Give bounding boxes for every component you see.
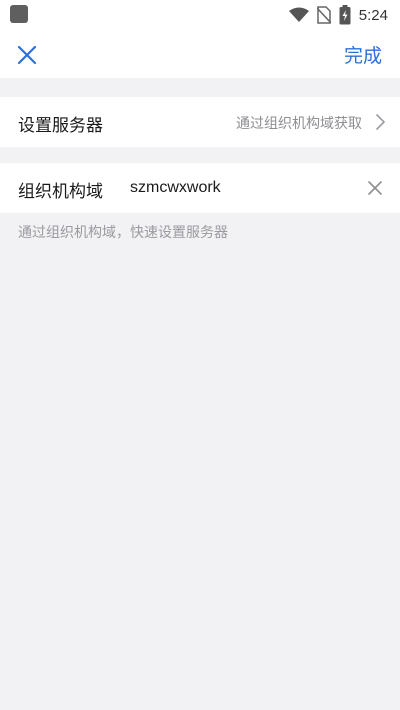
battery-charging-icon: [339, 5, 351, 25]
no-sim-icon: [316, 6, 331, 24]
server-setting-label: 设置服务器: [18, 116, 103, 135]
chevron-right-icon: [376, 114, 385, 130]
hint-text: 通过组织机构域，快速设置服务器: [18, 224, 228, 240]
close-button[interactable]: [10, 38, 44, 72]
app-notification-icon: [10, 5, 28, 23]
clear-button[interactable]: [364, 177, 386, 199]
domain-row: 组织机构域: [0, 163, 400, 213]
done-button[interactable]: 完成: [344, 41, 382, 68]
server-setting-value: 通过组织机构域获取: [236, 115, 362, 131]
domain-input[interactable]: [130, 175, 350, 201]
clear-icon: [368, 181, 382, 195]
status-icons: 5:24: [288, 4, 388, 26]
status-bar: 5:24: [0, 0, 400, 30]
wifi-icon: [288, 7, 309, 22]
domain-label: 组织机构域: [18, 182, 103, 201]
close-icon: [17, 45, 37, 65]
status-time: 5:24: [358, 6, 388, 24]
nav-bar: 完成: [0, 30, 400, 78]
server-setting-row[interactable]: 设置服务器 通过组织机构域获取: [0, 97, 400, 147]
